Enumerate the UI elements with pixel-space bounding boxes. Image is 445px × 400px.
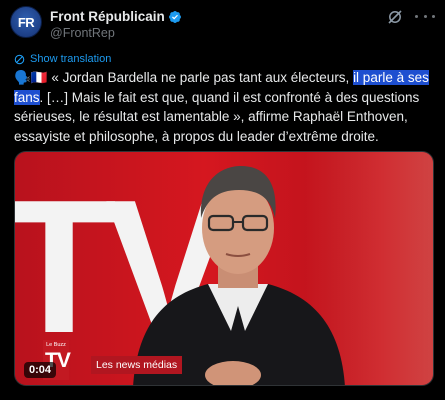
show-translation-label[interactable]: Show translation: [30, 53, 111, 65]
tweet-text-part: . […] Mais le fait est que, quand il est…: [14, 89, 420, 144]
speaker-figure: [133, 166, 345, 385]
video-player[interactable]: TV Le Buzz TV Les news médias 0:04: [14, 151, 434, 386]
tweet-emoji-prefix: 🗣️🇫🇷: [14, 70, 48, 85]
tweet-text-part: « Jordan Bardella ne parle pas tant aux …: [47, 70, 354, 85]
avatar-initials: FR: [17, 14, 35, 30]
more-dot: [423, 14, 427, 18]
author-display-name[interactable]: Front Républicain: [50, 9, 165, 24]
more-icon[interactable]: [415, 8, 435, 24]
tweet: FR Front Républicain @FrontRep Show tran…: [0, 0, 445, 400]
more-dot: [432, 14, 435, 18]
grok-icon[interactable]: [387, 9, 403, 25]
show-translation[interactable]: Show translation: [14, 53, 111, 65]
more-dot: [415, 14, 418, 18]
verified-badge-icon: [168, 10, 181, 23]
video-timestamp: 0:04: [24, 362, 57, 378]
lower-third-caption: Les news médias: [91, 356, 183, 374]
avatar[interactable]: FR: [10, 6, 42, 38]
author-handle[interactable]: @FrontRep: [50, 26, 115, 40]
author-name-row: Front Républicain: [50, 9, 182, 24]
tweet-text: 🗣️🇫🇷 « Jordan Bardella ne parle pas tant…: [14, 68, 434, 146]
channel-logo-small-text: Le Buzz: [46, 342, 66, 348]
translate-icon: [14, 54, 25, 64]
